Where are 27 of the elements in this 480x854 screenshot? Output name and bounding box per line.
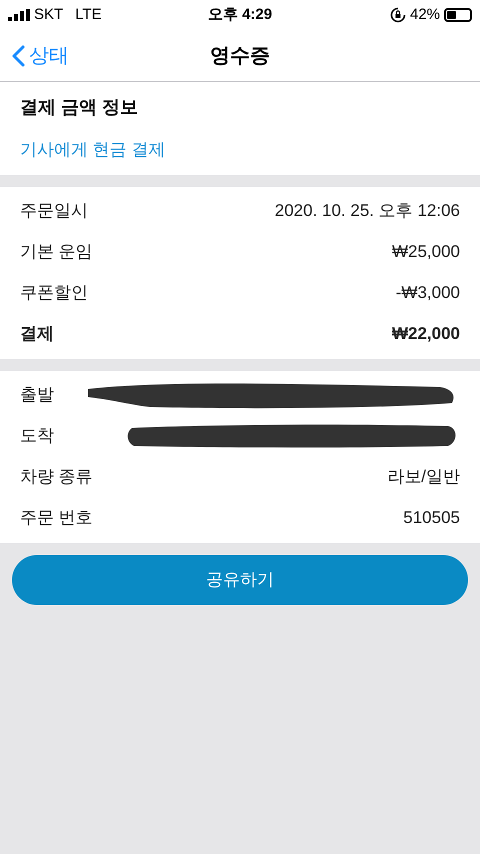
row-label: 결제 xyxy=(20,323,54,346)
carrier-text: SKT xyxy=(34,4,64,25)
row-label: 차량 종류 xyxy=(20,466,93,488)
row-label: 기본 운임 xyxy=(20,241,93,264)
share-button[interactable]: 공유하기 xyxy=(12,554,468,604)
clock-text: 오후 4:29 xyxy=(208,4,272,25)
payment-method-text: 기사에게 현금 결제 xyxy=(20,139,166,161)
network-text: LTE xyxy=(75,4,102,25)
chevron-left-icon xyxy=(12,44,25,66)
row-value: -₩3,000 xyxy=(396,282,460,304)
row-value: 라보/일반 xyxy=(387,466,460,488)
row-value: 510505 xyxy=(403,507,460,530)
row-value: ₩25,000 xyxy=(392,241,460,264)
row-label: 출발 xyxy=(20,384,54,406)
row-value: ₩22,000 xyxy=(392,323,460,346)
screen-title: 영수증 xyxy=(210,44,270,68)
row-label: 도착 xyxy=(20,425,54,448)
signal-icon xyxy=(8,9,30,21)
battery-percent-text: 42% xyxy=(410,4,440,25)
row-label: 쿠폰할인 xyxy=(20,282,88,304)
rotation-lock-icon xyxy=(390,7,406,23)
back-button[interactable]: 상태 xyxy=(0,40,69,70)
row-label: 주문 번호 xyxy=(20,507,93,530)
section-title: 결제 금액 정보 xyxy=(20,96,140,119)
row-value: 2020. 10. 25. 오후 12:06 xyxy=(274,200,460,222)
battery-icon xyxy=(444,8,472,22)
row-label: 주문일시 xyxy=(20,200,88,222)
